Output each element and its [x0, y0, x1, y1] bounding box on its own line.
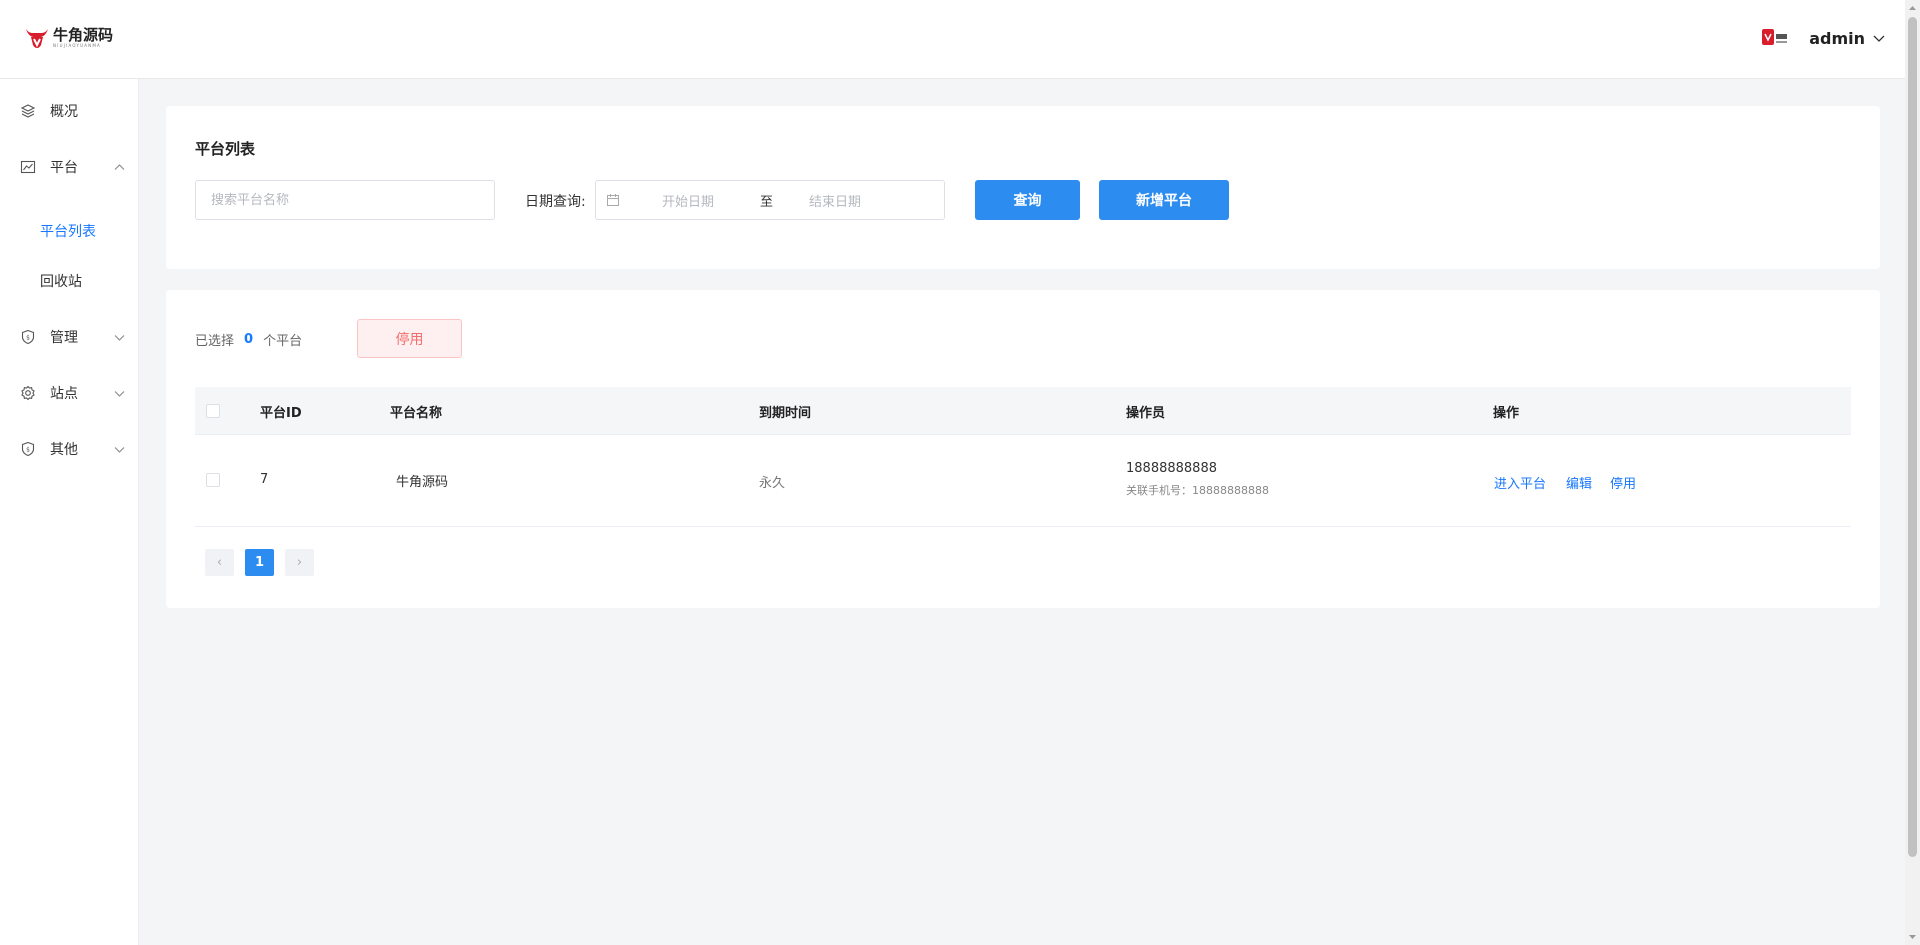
prev-page-button[interactable]: ‹: [205, 549, 234, 576]
column-header-actions: 操作: [1493, 406, 1520, 421]
svg-text:$: $: [26, 447, 30, 454]
user-menu[interactable]: admin: [1761, 26, 1885, 50]
platform-table: 平台ID 平台名称 到期时间 操作员 操作 7 牛角源码 永久 18888888…: [195, 387, 1851, 527]
selected-count: 0: [244, 332, 254, 347]
pagination: ‹ 1 ›: [205, 549, 325, 576]
date-range-picker[interactable]: 开始日期 至 结束日期: [595, 180, 945, 220]
avatar: [1762, 29, 1788, 45]
gear-icon: [21, 385, 35, 401]
sidebar-item-label: 平台: [50, 160, 78, 176]
scroll-down-arrow-icon[interactable]: [1908, 932, 1917, 941]
sidebar: 概况 平台 平台列表 回收站 $ 管理 站点 $ 其他: [0, 79, 139, 945]
user-name[interactable]: admin: [1809, 29, 1865, 48]
sidebar-subitem-recycle-bin[interactable]: 回收站: [40, 271, 82, 291]
disable-link[interactable]: 停用: [1610, 473, 1636, 492]
chart-icon: [20, 160, 36, 174]
sidebar-item-manage[interactable]: $ 管理: [0, 325, 139, 349]
sidebar-item-label: 概况: [50, 104, 78, 120]
sidebar-item-other[interactable]: $ 其他: [0, 437, 139, 461]
sidebar-item-platform[interactable]: 平台: [0, 155, 139, 179]
date-separator: 至: [760, 195, 774, 210]
chevron-up-icon: [114, 163, 125, 170]
chevron-down-icon: [114, 334, 125, 341]
search-card: 平台列表 日期查询: 开始日期 至 结束日期 查询 新增平台: [166, 106, 1880, 269]
column-header-expire: 到期时间: [759, 406, 812, 421]
next-page-button[interactable]: ›: [285, 549, 314, 576]
selected-prefix: 已选择: [195, 334, 235, 349]
vertical-scrollbar[interactable]: [1905, 0, 1920, 945]
shield-icon: $: [21, 329, 35, 345]
svg-text:$: $: [26, 335, 30, 342]
chevron-down-icon: [114, 390, 125, 397]
sidebar-item-label: 管理: [50, 330, 78, 346]
cell-operator: 18888888888 关联手机号：18888888888: [1126, 461, 1269, 498]
chevron-down-icon[interactable]: [1873, 32, 1885, 44]
column-header-operator: 操作员: [1126, 406, 1166, 421]
app-logo[interactable]: 牛角源码 NIUJIAOYUANMA: [24, 25, 113, 51]
sidebar-subitem-platform-list[interactable]: 平台列表: [40, 221, 96, 241]
query-button[interactable]: 查询: [975, 180, 1080, 220]
sidebar-item-label: 站点: [50, 386, 78, 402]
cell-platform-name: 牛角源码: [396, 475, 449, 490]
operator-linked-phone: 关联手机号：18888888888: [1126, 484, 1269, 497]
scrollbar-thumb[interactable]: [1908, 17, 1917, 857]
calendar-icon: [607, 194, 619, 206]
add-platform-button[interactable]: 新增平台: [1099, 180, 1229, 220]
logo-text: 牛角源码: [53, 26, 114, 44]
sidebar-item-label: 其他: [50, 442, 78, 458]
table-header: 平台ID 平台名称 到期时间 操作员 操作: [195, 387, 1851, 435]
platform-list-card: 已选择 0 个平台 停用 平台ID 平台名称 到期时间 操作员 操作 7 牛角源…: [166, 290, 1880, 608]
search-input[interactable]: [195, 180, 495, 220]
row-checkbox[interactable]: [206, 473, 220, 487]
layers-icon: [20, 104, 36, 118]
sidebar-item-overview[interactable]: 概况: [0, 99, 139, 123]
start-date-input[interactable]: 开始日期: [662, 191, 714, 210]
edit-link[interactable]: 编辑: [1566, 473, 1592, 492]
cell-platform-id: 7: [260, 472, 269, 487]
end-date-input[interactable]: 结束日期: [809, 191, 861, 210]
sidebar-item-site[interactable]: 站点: [0, 381, 139, 405]
table-row: 7 牛角源码 永久 18888888888 关联手机号：18888888888 …: [195, 435, 1851, 527]
date-query-label: 日期查询:: [525, 194, 586, 210]
select-all-checkbox[interactable]: [206, 404, 220, 418]
bull-horn-logo-icon: [26, 29, 48, 48]
column-header-name: 平台名称: [390, 406, 443, 421]
scroll-up-arrow-icon[interactable]: [1908, 4, 1917, 13]
chevron-down-icon: [114, 446, 125, 453]
batch-disable-button[interactable]: 停用: [357, 319, 462, 358]
selected-summary: 已选择 0 个平台: [195, 330, 302, 349]
column-header-id: 平台ID: [260, 406, 302, 421]
enter-platform-link[interactable]: 进入平台: [1494, 473, 1546, 492]
operator-phone: 18888888888: [1126, 461, 1217, 476]
cell-expire-time: 永久: [759, 476, 786, 491]
shield-icon: $: [21, 441, 35, 457]
page-title: 平台列表: [195, 140, 256, 158]
logo-subtext: NIUJIAOYUANMA: [53, 43, 101, 48]
top-header: 牛角源码 NIUJIAOYUANMA admin: [0, 0, 1905, 79]
selected-suffix: 个平台: [263, 334, 303, 349]
page-number-button[interactable]: 1: [245, 549, 274, 576]
